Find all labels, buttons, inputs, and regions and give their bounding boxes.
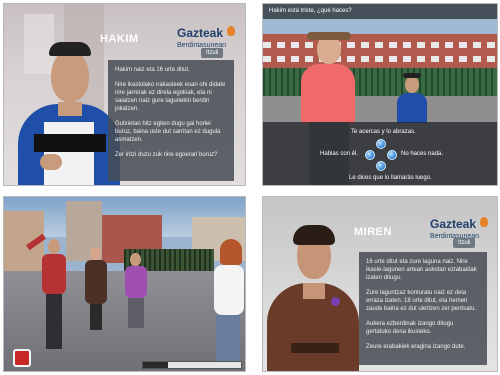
intro-paragraph: Aukera ezberdinak izango ditugu gertatuk…: [366, 321, 454, 335]
dpad-left-icon[interactable]: [365, 150, 375, 160]
logo-title: Gazteak: [177, 26, 224, 40]
gameplay-scene-screen: [3, 196, 246, 372]
flame-icon: [227, 26, 236, 36]
intro-paragraph: Zeure erabakiek eragina izango dute.: [366, 344, 466, 350]
intro-paragraph: Zure laguntzaz konturatu naiz ez dela er…: [366, 290, 477, 312]
character-name: HAKIM: [100, 33, 139, 45]
intro-paragraph: 16 urte ditut eta zure laguna naiz. Nire…: [366, 259, 477, 281]
intro-paragraph: Gutxietan hitz egiten dugu gai horiei bu…: [115, 121, 221, 143]
back-button[interactable]: Itzuli: [201, 48, 224, 58]
intro-paragraph: Zer iritzi duzu zuk nire egoerari buruz?: [115, 152, 218, 158]
intro-text-box: 16 urte ditut eta zure laguna naiz. Nire…: [359, 252, 487, 365]
intro-paragraph: Hakim naiz eta 16 urte ditut.: [115, 67, 190, 73]
option-hug[interactable]: Te acercas y lo abrazas.: [351, 129, 416, 135]
backpack-icon[interactable]: [13, 349, 31, 367]
dpad-right-icon[interactable]: [387, 150, 397, 160]
miren-intro-screen: MIREN Gazteak Berdintasunean Itzuli 16 u…: [262, 196, 498, 372]
progress-bar: [142, 361, 242, 369]
purple-badge-icon: [331, 297, 340, 306]
option-call-later[interactable]: Le dices que lo llamarás luego.: [349, 175, 432, 181]
dpad-down-icon[interactable]: [376, 161, 386, 171]
intro-paragraph: Nire ikastolako irakasleek esan ohi dida…: [115, 82, 226, 112]
character-name: MIREN: [354, 226, 392, 238]
logo-title: Gazteak: [430, 217, 477, 231]
progress-fill: [143, 362, 168, 368]
background-light: [24, 14, 54, 74]
intro-text-box: Hakim naiz eta 16 urte ditut. Nire ikast…: [108, 60, 234, 181]
back-button[interactable]: Itzuli: [453, 238, 476, 248]
option-talk[interactable]: Hablas con él.: [320, 151, 358, 157]
hakim-intro-screen: HAKIM Gazteak Berdintasunean Itzuli Haki…: [3, 3, 246, 186]
building-windows: [263, 42, 497, 48]
option-nothing[interactable]: No haces nada.: [401, 151, 443, 157]
choice-panel: Te acercas y lo abrazas. Hablas con él. …: [263, 122, 497, 185]
flame-icon: [480, 217, 489, 227]
green-fence: [263, 68, 497, 96]
choice-scene-screen: Hakim está triste, ¿qué haces? Te acerca…: [262, 3, 498, 186]
building-windows: [263, 56, 497, 62]
scene-prompt: Hakim está triste, ¿qué haces?: [263, 4, 497, 19]
dpad-up-icon[interactable]: [376, 139, 386, 149]
